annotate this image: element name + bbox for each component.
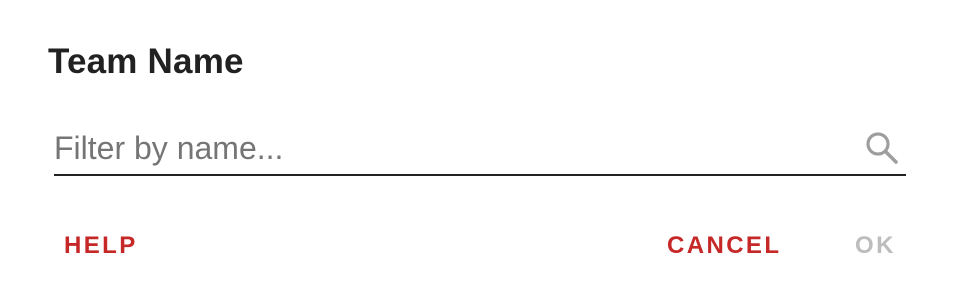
search-input[interactable] (54, 126, 844, 170)
cancel-button[interactable]: CANCEL (667, 228, 781, 264)
search-icon[interactable] (862, 128, 902, 168)
dialog-title: Team Name (48, 42, 244, 81)
ok-button[interactable]: OK (855, 228, 896, 264)
search-field[interactable] (54, 120, 906, 176)
help-button[interactable]: HELP (64, 228, 138, 264)
team-name-dialog: Team Name HELP CANCEL OK (0, 0, 960, 299)
